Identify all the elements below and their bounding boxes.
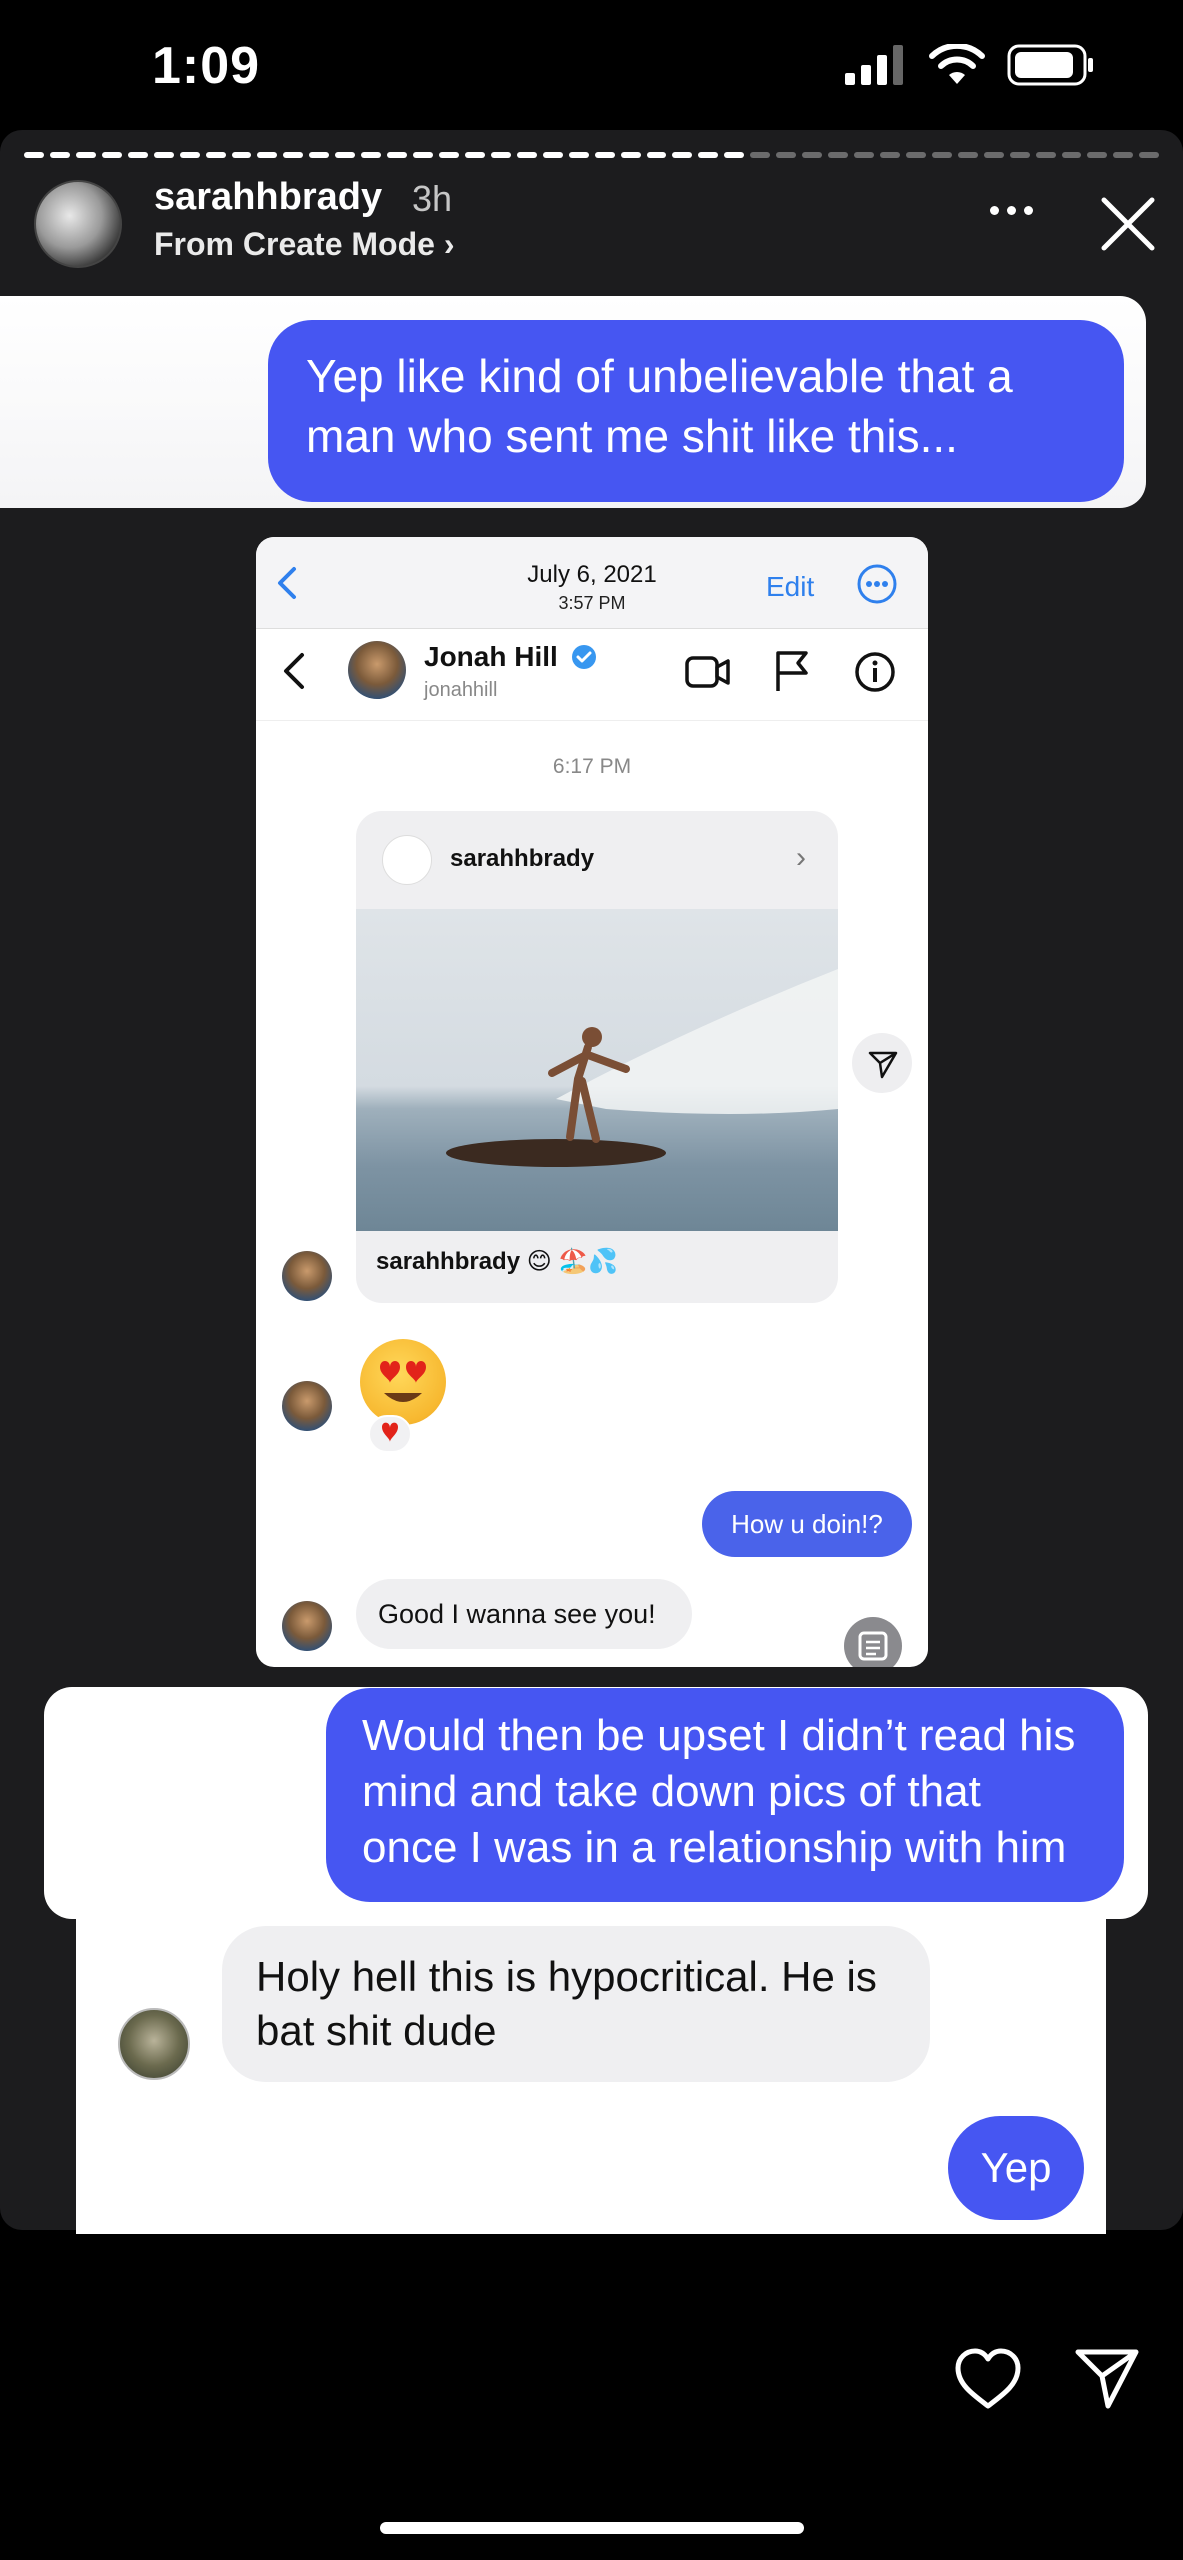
flag-icon xyxy=(776,651,808,691)
chevron-right-icon: › xyxy=(796,841,806,874)
status-time: 1:09 xyxy=(152,37,261,95)
contact-mini-avatar xyxy=(282,1601,332,1651)
screenshot-date: July 6, 2021 xyxy=(527,561,657,588)
contact-mini-avatar xyxy=(282,1381,332,1431)
sent-message-yep: Yep xyxy=(948,2116,1084,2220)
scan-icon xyxy=(844,1617,902,1667)
contact-avatar xyxy=(348,641,406,699)
send-icon[interactable] xyxy=(1074,2346,1140,2410)
embedded-dm-screenshot: July 6, 2021 3:57 PM Edit Jonah Hill jon… xyxy=(256,537,928,1667)
share-icon xyxy=(852,1033,912,1093)
home-indicator[interactable] xyxy=(380,2522,804,2534)
info-icon xyxy=(855,652,895,692)
story-progress-bar xyxy=(24,152,1160,158)
options-icon xyxy=(857,564,897,604)
sent-dm-bubble: How u doin!? xyxy=(702,1491,912,1557)
friend-avatar xyxy=(118,2008,190,2080)
thread-timestamp: 6:17 PM xyxy=(552,755,632,778)
video-call-icon xyxy=(685,656,730,688)
story-avatar[interactable] xyxy=(34,180,122,268)
heart-reaction xyxy=(368,1415,412,1453)
story-time-ago: 3h xyxy=(412,178,453,219)
contact-name: Jonah Hill xyxy=(424,641,558,672)
post-avatar xyxy=(382,835,432,885)
verified-badge-icon xyxy=(572,645,596,669)
received-message-bubble: Holy hell this is hypocritical. He is ba… xyxy=(222,1926,930,2082)
story-subtitle[interactable]: From Create Mode › xyxy=(154,226,454,263)
surfer-illustration xyxy=(446,969,838,1167)
edit-link: Edit xyxy=(766,571,815,602)
heart-eyes-emoji xyxy=(360,1339,446,1425)
signal-icon xyxy=(845,45,903,85)
shared-post-card: sarahhbrady › sarahhbrady 😊 🏖️💦 xyxy=(356,811,838,1303)
post-photo xyxy=(356,909,838,1231)
status-icons xyxy=(845,44,1095,86)
post-username: sarahhbrady xyxy=(450,845,595,872)
battery-icon xyxy=(1007,44,1093,86)
sent-message-bubble: Yep like kind of unbelievable that a man… xyxy=(268,320,1124,502)
contact-handle: jonahhill xyxy=(424,679,498,701)
story-username[interactable]: sarahhbrady xyxy=(154,176,382,219)
close-icon[interactable] xyxy=(1098,194,1158,254)
back-arrow-icon xyxy=(284,653,304,689)
wifi-icon xyxy=(929,44,985,84)
post-caption: sarahhbrady 😊 🏖️💦 xyxy=(376,1248,619,1275)
more-icon[interactable] xyxy=(990,200,1042,220)
screenshot-clock: 3:57 PM xyxy=(558,593,626,613)
contact-mini-avatar xyxy=(282,1251,332,1301)
heart-icon[interactable] xyxy=(952,2346,1024,2412)
sent-message-bubble-2: Would then be upset I didn’t read his mi… xyxy=(326,1688,1124,1902)
received-dm-bubble: Good I wanna see you! xyxy=(356,1579,692,1649)
